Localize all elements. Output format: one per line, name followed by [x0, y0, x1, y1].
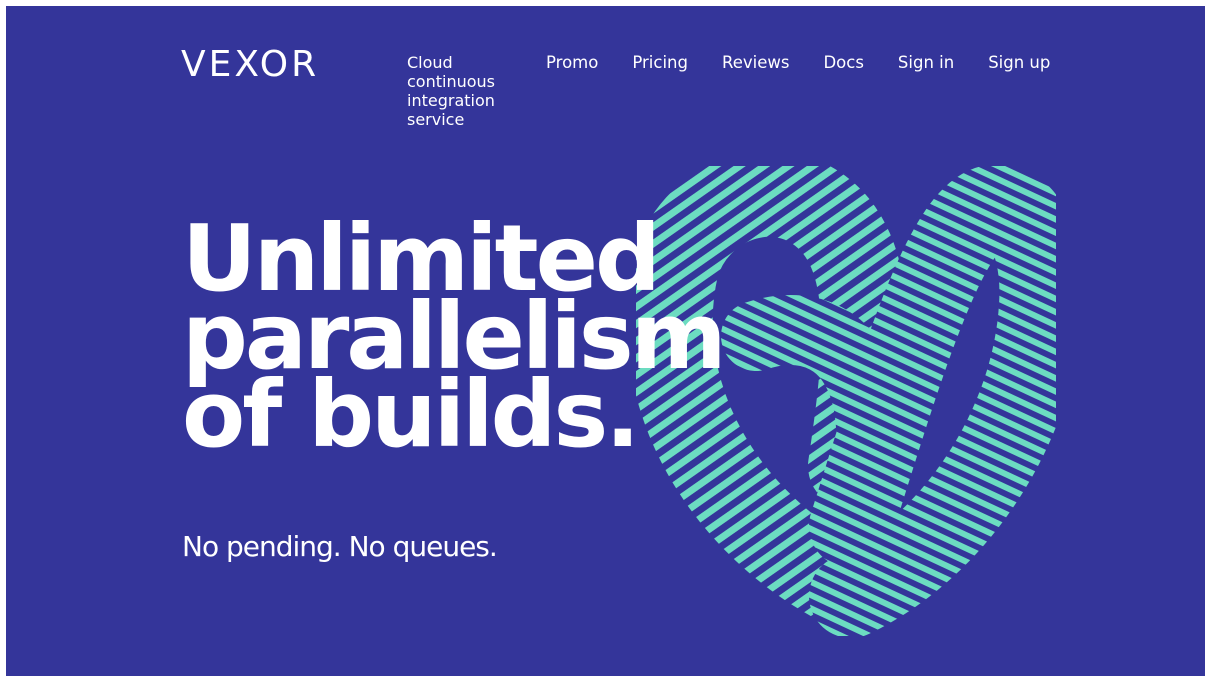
- nav-pricing-link[interactable]: Pricing: [632, 53, 688, 72]
- brand-tagline: Cloud continuous integration service: [407, 53, 495, 129]
- hero-headline: Unlimited parallelism of builds.: [182, 213, 727, 461]
- landing-page: VEXOR Cloud continuous integration servi…: [6, 6, 1205, 676]
- nav-sign-up-link[interactable]: Sign up: [988, 53, 1050, 72]
- nav-sign-in-link[interactable]: Sign in: [898, 53, 954, 72]
- vexor-logo[interactable]: VEXOR: [181, 44, 319, 85]
- nav-reviews-link[interactable]: Reviews: [722, 53, 789, 72]
- nav-promo-link[interactable]: Promo: [546, 53, 598, 72]
- nav-docs-link[interactable]: Docs: [823, 53, 863, 72]
- main-nav: Promo Pricing Reviews Docs Sign in Sign …: [546, 53, 1050, 72]
- hero-subheadline: No pending. No queues.: [182, 530, 498, 563]
